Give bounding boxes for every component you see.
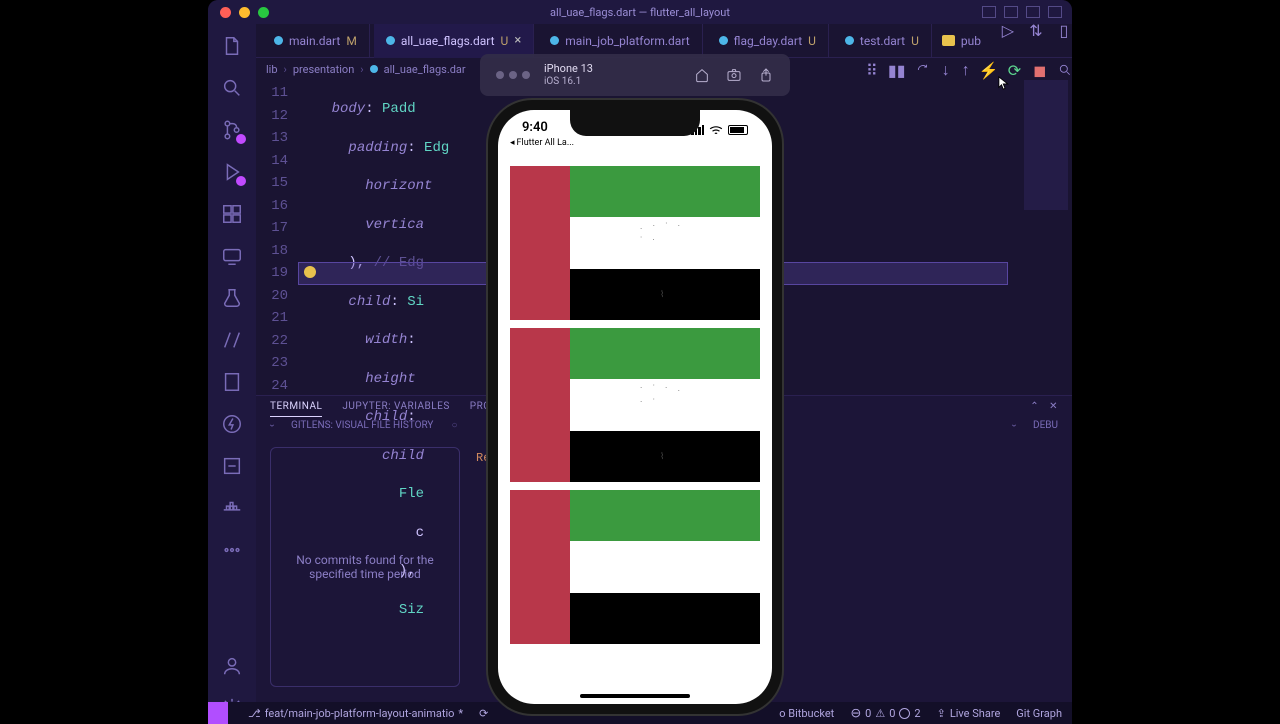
bitbucket-status[interactable]: o Bitbucket [779,707,834,720]
close-icon[interactable] [220,7,231,18]
branch-indicator[interactable]: ⎇feat/main-job-platform-layout-animatio* [248,707,463,720]
account-icon[interactable] [220,654,244,678]
more-icon[interactable] [220,538,244,562]
gitlens-icon[interactable] [220,328,244,352]
window-title: all_uae_flags.dart — flutter_all_layout [208,6,1072,19]
phone-time: 9:40 [522,120,548,140]
home-indicator[interactable] [580,694,690,698]
notch [570,110,700,136]
editor-tabs: main.dartM all_uae_flags.dartU× main_job… [256,24,1072,58]
inspect-icon[interactable] [1058,63,1072,77]
errors-indicator[interactable]: ⊘0⚠02 [850,706,920,721]
test-icon[interactable] [220,286,244,310]
step-out-icon[interactable]: ↑ [962,63,970,77]
search-icon[interactable] [220,76,244,100]
step-over-icon[interactable] [916,63,930,77]
close-tab-icon[interactable]: × [514,33,521,48]
share-icon[interactable] [758,67,774,83]
dart-icon [550,36,559,45]
tab-test[interactable]: test.dartU [833,24,932,58]
panel-left-icon[interactable] [982,6,996,18]
tab-main-job-platform[interactable]: main_job_platform.dart [538,24,702,58]
thunder-icon[interactable] [220,412,244,436]
device-label: iPhone 13 iOS 16.1 [544,62,593,87]
bookmark-icon[interactable] [220,370,244,394]
back-to-app[interactable]: Flutter All La... [510,138,574,148]
drag-icon[interactable]: ⠿ [866,63,878,77]
split-icon[interactable]: ▯ [1057,24,1071,38]
debug-toolbar: ⠿ ▮▮ ↓ ↑ ⚡ ⟳ ◼ [866,58,1056,82]
pub-icon [942,35,955,46]
mouse-cursor [998,75,1012,89]
panel-bottom-icon[interactable] [1004,6,1018,18]
explorer-icon[interactable] [220,34,244,58]
run-icon[interactable]: ▷ [1001,24,1015,38]
uae-flag [510,490,760,644]
minimize-icon[interactable] [239,7,250,18]
tab-main[interactable]: main.dartM [262,24,370,58]
dart-icon [719,36,728,45]
remote-indicator[interactable] [208,702,228,724]
simulator-device-bar: iPhone 13 iOS 16.1 [480,54,790,96]
scm-badge [236,134,246,144]
compare-icon[interactable]: ⇅ [1029,24,1043,38]
dart-icon [274,36,283,45]
battery-icon [728,125,748,135]
wifi-icon [709,125,723,135]
layout-icons [982,6,1062,18]
extensions-icon[interactable] [220,202,244,226]
minimap[interactable] [1024,80,1068,210]
debug-badge [236,176,246,186]
traffic-lights[interactable] [220,7,269,18]
dart-icon [370,65,378,73]
screenshot-icon[interactable] [726,67,742,83]
todo-icon[interactable] [220,454,244,478]
home-icon[interactable] [694,67,710,83]
simulator-traffic[interactable] [496,71,530,79]
zoom-icon[interactable] [258,7,269,18]
layout-icon[interactable] [1048,6,1062,18]
sync-icon[interactable]: ⟳ [479,707,488,720]
step-into-icon[interactable]: ↓ [942,63,950,77]
panel-right-icon[interactable] [1026,6,1040,18]
uae-flag: . · ˙ · ˙ ·⌇ [510,166,760,320]
tab-all-uae-flags[interactable]: all_uae_flags.dartU× [374,24,534,58]
pause-icon[interactable]: ▮▮ [890,63,904,77]
hot-reload-icon[interactable]: ⚡ [982,63,996,77]
source-control-icon[interactable] [220,118,244,142]
activity-bar [208,24,256,720]
pub-button[interactable]: pub [936,24,987,58]
docker-icon[interactable] [220,496,244,520]
ios-simulator: 9:40 Flutter All La... . · ˙ · ˙ ·⌇ · ˙ … [488,100,782,714]
git-graph-button[interactable]: Git Graph [1016,707,1062,720]
line-gutter: 1112131415161718192021222324 [256,80,298,395]
live-share-button[interactable]: ⇪Live Share [937,707,1001,720]
lightbulb-icon[interactable] [304,266,316,278]
uae-flag: · ˙ · . · ˙⌇ [510,328,760,482]
stop-icon[interactable]: ◼ [1033,63,1046,77]
debug-icon[interactable] [220,160,244,184]
remote-icon[interactable] [220,244,244,268]
simulator-screen[interactable]: 9:40 Flutter All La... . · ˙ · ˙ ·⌇ · ˙ … [498,110,772,704]
tab-flag-day[interactable]: flag_day.dartU [707,24,829,58]
titlebar: all_uae_flags.dart — flutter_all_layout [208,0,1072,24]
dart-icon [845,36,854,45]
app-content: . · ˙ · ˙ ·⌇ · ˙ · . · ˙⌇ [510,166,760,688]
dart-icon [386,36,395,45]
